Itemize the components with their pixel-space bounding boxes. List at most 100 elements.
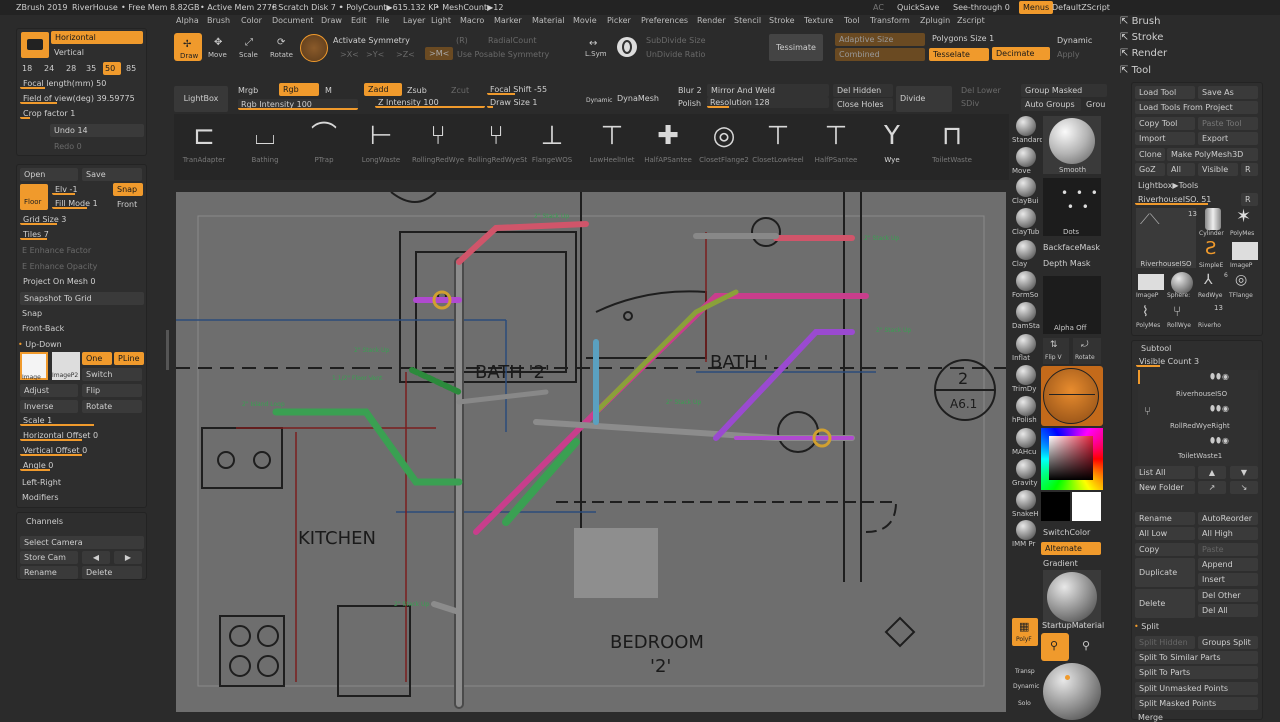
r-button[interactable]: R	[1241, 163, 1258, 176]
brush-inflat[interactable]: Inflat	[1012, 334, 1040, 364]
lightbox-tools-button[interactable]: Lightbox▶Tools	[1138, 181, 1198, 190]
load-from-project-button[interactable]: Load Tools From Project	[1135, 101, 1258, 114]
autoreorder-button[interactable]: AutoReorder	[1198, 512, 1258, 525]
prev-camera-button[interactable]: ◀	[82, 551, 110, 564]
split-similar-button[interactable]: Split To Similar Parts	[1135, 651, 1258, 664]
goz-button[interactable]: GoZ	[1135, 163, 1165, 176]
z-intensity-slider[interactable]: Z Intensity 100	[375, 97, 485, 108]
brush-immpr[interactable]: IMM Pr	[1012, 520, 1040, 550]
tflange-thumbnail[interactable]: ◎ TFlange	[1229, 272, 1259, 302]
left-tray-handle[interactable]	[166, 330, 169, 370]
angle-slider[interactable]: Angle 0	[20, 460, 144, 471]
depth-mask[interactable]: Depth Mask	[1043, 259, 1091, 268]
rotate-alpha-button[interactable]: ⤾ Rotate	[1073, 338, 1101, 364]
symmetry-z[interactable]: >Z<	[396, 50, 415, 59]
brush-menu[interactable]: ⇱ Brush	[1120, 16, 1160, 27]
paste-tool-button[interactable]: Paste Tool	[1198, 117, 1258, 130]
focal-28[interactable]: 28	[66, 64, 76, 73]
menu-brush[interactable]: Brush	[207, 16, 230, 25]
dynamic-label[interactable]: Dynamic	[1057, 36, 1092, 45]
focal-35[interactable]: 35	[86, 64, 96, 73]
menu-material[interactable]: Material	[532, 16, 565, 25]
focal-50[interactable]: 50	[103, 62, 121, 75]
zcut-button[interactable]: Zcut	[451, 86, 469, 95]
front-button[interactable]: Front	[117, 200, 137, 209]
menus-button[interactable]: Menus	[1019, 1, 1054, 14]
menu-zscript[interactable]: Zscript	[957, 16, 985, 25]
insert-button[interactable]: Insert	[1198, 573, 1258, 586]
adaptive-size[interactable]: Adaptive Size	[835, 33, 925, 46]
divide-button[interactable]: Divide	[896, 86, 952, 112]
polymes2-thumbnail[interactable]: ⌇ PolyMes	[1136, 304, 1166, 334]
menu-stencil[interactable]: Stencil	[734, 16, 761, 25]
snap-button[interactable]: Snap	[22, 309, 42, 318]
default-zscript[interactable]: DefaultZScript	[1052, 3, 1110, 12]
menu-edit[interactable]: Edit	[351, 16, 367, 25]
brush-hpolish[interactable]: hPolish	[1012, 396, 1040, 426]
move-down-arrow[interactable]: ▼	[1230, 466, 1258, 479]
backface-mask[interactable]: BackfaceMask	[1043, 243, 1100, 252]
clone-button[interactable]: Clone	[1135, 148, 1165, 161]
modifiers-button[interactable]: Modifiers	[22, 493, 59, 502]
shelf-item-halfpsantee[interactable]: ⊤ HalfPSantee	[808, 116, 864, 174]
zsub-button[interactable]: Zsub	[407, 86, 427, 95]
focal-85[interactable]: 85	[126, 64, 136, 73]
up-down-header[interactable]: • Up-Down	[18, 340, 62, 349]
all-low-button[interactable]: All Low	[1135, 527, 1195, 540]
decimate-button[interactable]: Decimate	[992, 47, 1050, 60]
quicksave-button[interactable]: QuickSave	[897, 3, 939, 12]
rollwye-thumbnail[interactable]: ⑂ RollWye	[1167, 304, 1197, 334]
alpha-off-thumbnail[interactable]: Alpha Off	[1043, 276, 1101, 334]
shelf-item-halfapsantee[interactable]: ✚ HalfAPSantee	[640, 116, 696, 174]
symmetry-x[interactable]: >X<	[340, 50, 359, 59]
gizmo-icon[interactable]	[300, 34, 328, 62]
close-holes-button[interactable]: Close Holes	[833, 98, 893, 111]
zadd-button[interactable]: Zadd	[364, 83, 402, 96]
del-hidden-button[interactable]: Del Hidden	[833, 84, 893, 97]
split-header[interactable]: • Split	[1134, 622, 1159, 631]
menu-tool[interactable]: Tool	[844, 16, 860, 25]
visible-button[interactable]: Visible	[1198, 163, 1238, 176]
brush-snakehook[interactable]: SnakeH	[1012, 490, 1040, 520]
load-tool-button[interactable]: Load Tool	[1135, 86, 1195, 99]
shelf-item-tranadapter[interactable]: ⊏ TranAdapter	[176, 116, 232, 174]
brush-trimdy[interactable]: TrimDy	[1012, 365, 1040, 395]
del-lower-button[interactable]: Del Lower	[961, 86, 1001, 95]
rotate-image-button[interactable]: Rotate	[82, 400, 142, 413]
stroke-menu[interactable]: ⇱ Stroke	[1120, 32, 1163, 43]
grid-size-slider[interactable]: Grid Size 3	[20, 214, 144, 225]
duplicate-button[interactable]: Duplicate	[1135, 558, 1195, 587]
flip-v-button[interactable]: ⇅ Flip V	[1043, 338, 1069, 364]
image-thumbnail[interactable]: Image	[20, 352, 48, 381]
menu-layer[interactable]: Layer	[403, 16, 425, 25]
import-button[interactable]: Import	[1135, 132, 1195, 145]
all-button[interactable]: All	[1167, 163, 1195, 176]
imagep-thumbnail[interactable]: ImageP	[1230, 240, 1260, 270]
document-canvas[interactable]: 2" Stack Up 2" Stack Up 2" Stack Up 2" S…	[176, 192, 1006, 712]
activate-symmetry[interactable]: Activate Symmetry	[333, 36, 410, 45]
group-button[interactable]: Grou	[1086, 100, 1105, 109]
copy-subtool-button[interactable]: Copy	[1135, 543, 1195, 556]
brush-claytubes[interactable]: ClayTub	[1012, 208, 1040, 238]
split-unmasked-button[interactable]: Split Unmasked Points	[1135, 682, 1258, 695]
flip-button[interactable]: Flip	[82, 384, 142, 397]
polyframe-button[interactable]: ▦ PolyF	[1012, 618, 1038, 646]
copy-tool-button[interactable]: Copy Tool	[1135, 117, 1195, 130]
fill-mode-slider[interactable]: Fill Mode 1	[52, 198, 110, 209]
resolution-slider[interactable]: Resolution 128	[707, 97, 829, 108]
material-thumbnail[interactable]	[1043, 570, 1101, 628]
list-all-button[interactable]: List All	[1135, 466, 1195, 479]
simple-brush-thumbnail[interactable]: Ƨ SimpleE	[1199, 238, 1229, 270]
symmetry-r[interactable]: (R)	[456, 36, 468, 45]
all-high-button[interactable]: All High	[1198, 527, 1258, 540]
menu-draw[interactable]: Draw	[321, 16, 342, 25]
enhance-opacity[interactable]: E Enhance Opacity	[22, 262, 97, 271]
gradient-button[interactable]: Gradient	[1043, 559, 1078, 568]
focal-length-slider[interactable]: Focal length(mm) 50	[20, 78, 144, 89]
light-dot[interactable]	[1065, 675, 1070, 680]
save-as-button[interactable]: Save As	[1198, 86, 1258, 99]
horizontal-button[interactable]: Horizontal	[51, 31, 143, 44]
export-button[interactable]: Export	[1198, 132, 1258, 145]
shelf-item-lowheelinlet[interactable]: ⊤ LowHeelInlet	[584, 116, 640, 174]
vertical-button[interactable]: Vertical	[54, 48, 84, 57]
